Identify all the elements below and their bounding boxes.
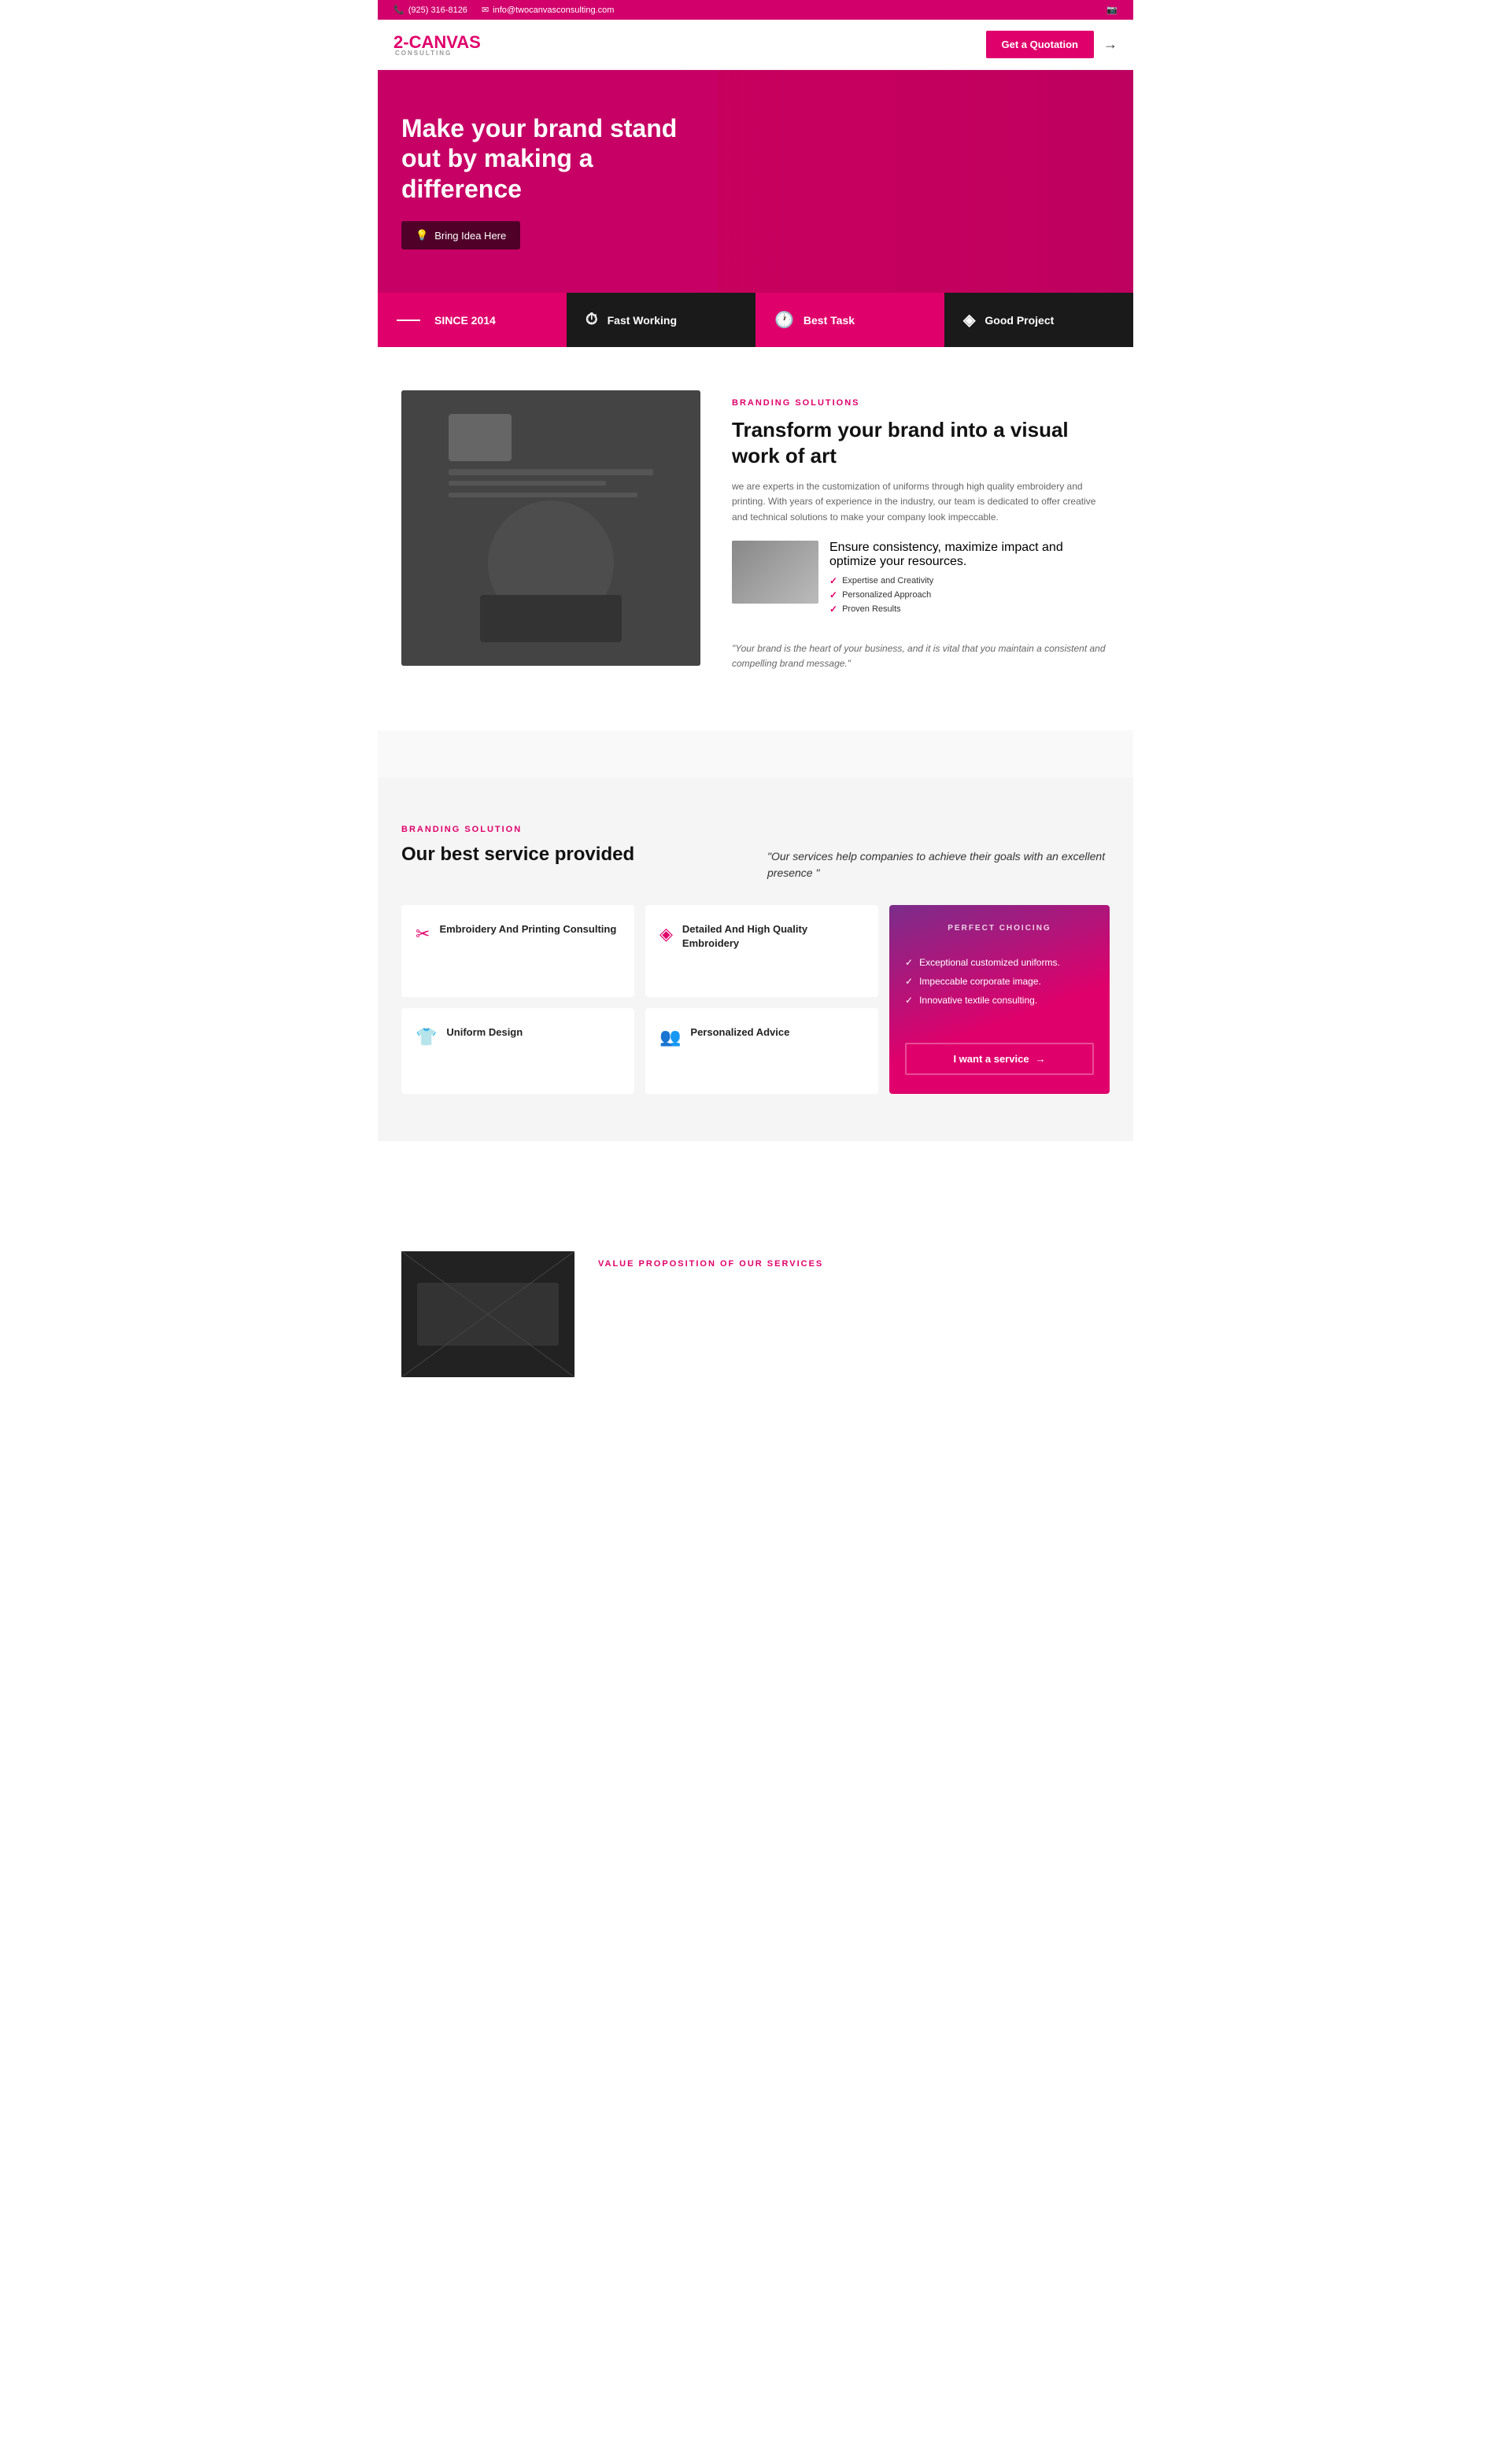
stats-bar: SINCE 2014 ⏱ Fast Working 🕐 Best Task ◈ …: [378, 293, 1133, 347]
checklist-item-1: ✓ Expertise and Creativity: [829, 575, 1110, 586]
service-btn-label: I want a service: [953, 1053, 1029, 1065]
services-top: BRANDING SOLUTION Our best service provi…: [401, 825, 1110, 881]
service-icon-2: ◈: [659, 924, 673, 944]
service-icon-4: 👥: [659, 1027, 681, 1047]
hero-section: Make your brand stand out by making a di…: [378, 70, 1133, 293]
perfect-check-1: ✓: [905, 957, 913, 968]
branding-section: BRANDING SOLUTIONS Transform your brand …: [378, 347, 1133, 730]
perfect-check-3: ✓: [905, 995, 913, 1006]
bottom-image: [401, 1251, 574, 1377]
stat-fast: ⏱ Fast Working: [567, 293, 756, 347]
bring-idea-button[interactable]: 💡 Bring Idea Here: [401, 221, 520, 249]
bottom-label: VALUE PROPOSITION OF OUR SERVICES: [598, 1259, 1110, 1269]
service-name-1: Embroidery And Printing Consulting: [439, 922, 616, 936]
services-grid: ✂ Embroidery And Printing Consulting ◈ D…: [401, 905, 1110, 1094]
brand-quote: "Your brand is the heart of your busines…: [732, 634, 1110, 671]
bottom-text: VALUE PROPOSITION OF OUR SERVICES: [598, 1251, 1110, 1269]
service-name-2: Detailed And High Quality Embroidery: [682, 922, 864, 951]
services-label: BRANDING SOLUTION: [401, 825, 744, 834]
phone-info: 📞 (925) 316-8126: [393, 5, 467, 15]
header-right: Get a Quotation →: [986, 31, 1118, 58]
brand-image: [401, 390, 700, 666]
task-icon: 🕐: [774, 310, 794, 330]
services-right: "Our services help companies to achieve …: [767, 825, 1110, 881]
perfect-item-3: ✓ Innovative textile consulting.: [905, 995, 1094, 1006]
brand-image-placeholder: [401, 390, 700, 666]
topbar: 📞 (925) 316-8126 ✉ info@twocanvasconsult…: [378, 0, 1133, 20]
perfect-item-2: ✓ Impeccable corporate image.: [905, 976, 1094, 987]
perfect-check-2: ✓: [905, 976, 913, 987]
brand-mini-image: [732, 541, 818, 604]
topbar-right: 📷: [1106, 5, 1118, 15]
services-heading: Our best service provided: [401, 844, 744, 866]
email-icon: ✉: [482, 5, 489, 15]
phone-icon: 📞: [393, 5, 405, 15]
checklist-item-3: ✓ Proven Results: [829, 604, 1110, 615]
hero-overlay: [718, 70, 1133, 293]
hero-content: Make your brand stand out by making a di…: [401, 113, 716, 249]
service-card-4: 👥 Personalized Advice: [645, 1008, 878, 1094]
service-name-3: Uniform Design: [446, 1025, 523, 1040]
branding-label: BRANDING SOLUTIONS: [732, 398, 1110, 408]
brand-checklist: ✓ Expertise and Creativity ✓ Personalize…: [829, 575, 1110, 615]
i-want-service-button[interactable]: I want a service →: [905, 1043, 1094, 1075]
project-icon: ◈: [963, 310, 975, 330]
fast-icon: ⏱: [586, 311, 598, 329]
email-info: ✉ info@twocanvasconsulting.com: [482, 5, 614, 15]
brand-mini: Ensure consistency, maximize impact and …: [732, 541, 1110, 618]
services-tagline: "Our services help companies to achieve …: [767, 825, 1110, 881]
arrow-icon: →: [1103, 36, 1118, 53]
check-icon-1: ✓: [829, 575, 837, 586]
hero-headline: Make your brand stand out by making a di…: [401, 113, 716, 204]
idea-icon: 💡: [416, 229, 428, 242]
perfect-card: PERFECT CHOICING ✓ Exceptional customize…: [889, 905, 1110, 1094]
service-card-2: ◈ Detailed And High Quality Embroidery: [645, 905, 878, 997]
service-card-1: ✂ Embroidery And Printing Consulting: [401, 905, 634, 997]
perfect-checklist: ✓ Exceptional customized uniforms. ✓ Imp…: [905, 957, 1094, 1014]
stat-project: ◈ Good Project: [944, 293, 1133, 347]
email-address: info@twocanvasconsulting.com: [493, 6, 614, 15]
brand-mini-text: Ensure consistency, maximize impact and …: [829, 541, 1110, 569]
stat-project-label: Good Project: [985, 314, 1054, 327]
spacer: [378, 1141, 1133, 1204]
stat-since: SINCE 2014: [378, 293, 567, 347]
checklist-item-2: ✓ Personalized Approach: [829, 589, 1110, 600]
brand-mini-content: Ensure consistency, maximize impact and …: [829, 541, 1110, 618]
topbar-left: 📞 (925) 316-8126 ✉ info@twocanvasconsult…: [393, 5, 614, 15]
brand-content: BRANDING SOLUTIONS Transform your brand …: [732, 390, 1110, 687]
services-section: BRANDING SOLUTION Our best service provi…: [378, 778, 1133, 1141]
branding-description: we are experts in the customization of u…: [732, 479, 1110, 525]
stat-task: 🕐 Best Task: [756, 293, 944, 347]
stat-task-label: Best Task: [804, 314, 855, 327]
service-icon-1: ✂: [416, 924, 430, 944]
service-icon-3: 👕: [416, 1027, 437, 1047]
phone-number: (925) 316-8126: [408, 6, 467, 15]
service-btn-arrow: →: [1036, 1053, 1046, 1065]
perfect-label: PERFECT CHOICING: [905, 924, 1094, 933]
service-name-4: Personalized Advice: [690, 1025, 789, 1040]
check-icon-3: ✓: [829, 604, 837, 615]
bring-idea-label: Bring Idea Here: [434, 230, 506, 242]
branding-heading: Transform your brand into a visual work …: [732, 417, 1110, 468]
bottom-teaser: VALUE PROPOSITION OF OUR SERVICES: [378, 1204, 1133, 1401]
since-line: [397, 320, 420, 321]
services-left: BRANDING SOLUTION Our best service provi…: [401, 825, 744, 866]
perfect-item-1: ✓ Exceptional customized uniforms.: [905, 957, 1094, 968]
get-quotation-button[interactable]: Get a Quotation: [986, 31, 1095, 58]
divider: [378, 730, 1133, 778]
instagram-icon[interactable]: 📷: [1106, 6, 1118, 15]
logo: 2-CANVAS CONSULTING: [393, 32, 481, 57]
stat-fast-label: Fast Working: [608, 314, 677, 327]
stat-since-label: SINCE 2014: [434, 314, 496, 327]
service-card-3: 👕 Uniform Design: [401, 1008, 634, 1094]
check-icon-2: ✓: [829, 589, 837, 600]
header: 2-CANVAS CONSULTING Get a Quotation →: [378, 20, 1133, 70]
